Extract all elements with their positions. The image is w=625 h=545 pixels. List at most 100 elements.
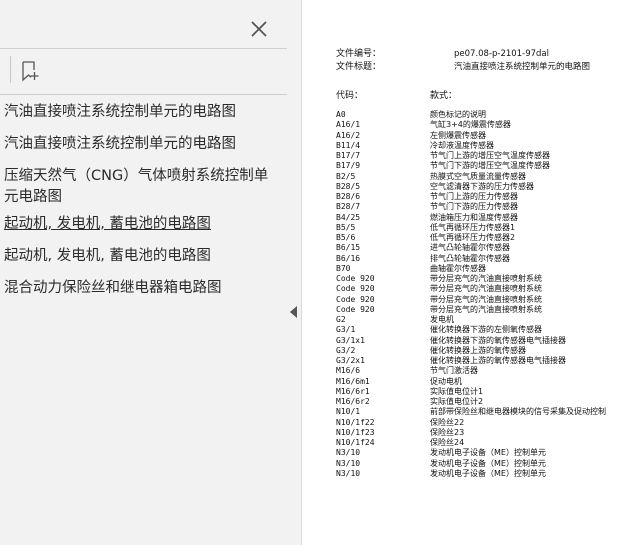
component-code: B17/7: [336, 151, 361, 160]
component-code: N3/10: [336, 468, 361, 478]
component-code: A0: [336, 110, 346, 119]
component-code: B2/5: [336, 171, 356, 181]
component-code: B4/25: [336, 212, 361, 222]
table-row: B28/6 节气门上游的压力传感器: [336, 192, 606, 202]
component-description: 发动机电子设备（ME）控制单元: [430, 448, 546, 458]
table-row: Code 920 带分层充气的汽油直接喷射系统: [336, 295, 606, 305]
component-description: 节气门下游的增压空气温度传感器: [430, 161, 550, 171]
table-row: B70 曲轴霍尔传感器: [336, 264, 606, 274]
outline-item[interactable]: 汽油直接喷注系统控制单元的电路图: [4, 134, 236, 155]
table-row: M16/6r1 实际值电位计1: [336, 387, 606, 397]
component-code: A16/1: [336, 120, 361, 130]
component-description: 颜色标记的说明: [430, 110, 486, 119]
component-code: B28/6: [336, 192, 361, 201]
component-description: 催化转换器下游的氧传感器电气插接器: [430, 335, 566, 345]
component-code: B6/16: [336, 253, 361, 263]
table-row: B17/7 节气门上游的增压空气温度传感器: [336, 151, 606, 161]
component-description: 保险丝23: [430, 427, 465, 437]
file-number-row: 文件编号： pe07.08-p-2101-97dal: [336, 48, 606, 61]
table-row: N10/1f22 保险丝22: [336, 418, 606, 428]
component-code: Code 920: [336, 274, 375, 283]
component-code: N3/10: [336, 448, 361, 458]
component-description: 热膜式空气质量流量传感器: [430, 171, 526, 181]
add-bookmark-button[interactable]: [17, 58, 43, 84]
file-title-label: 文件标题：: [336, 62, 382, 72]
outline-item[interactable]: 起动机, 发电机, 蓄电池的电路图: [4, 214, 211, 235]
component-code: Code 920: [336, 294, 375, 304]
table-row: G3/1 催化转换器下游的左侧氧传感器: [336, 325, 606, 335]
component-description: 实际值电位计1: [430, 386, 484, 396]
component-code: N10/1f22: [336, 417, 375, 427]
table-row: A16/2 左侧爆震传感器: [336, 131, 606, 141]
component-code: M16/6r1: [336, 386, 370, 396]
component-code: M16/6r2: [336, 397, 370, 406]
bookmark-add-icon: [22, 61, 39, 82]
component-code: G3/2: [336, 345, 356, 355]
component-description: 排气凸轮轴霍尔传感器: [430, 253, 510, 263]
component-description: 气缸3+4的爆震传感器: [430, 120, 511, 130]
component-description: 节气门下游的压力传感器: [430, 202, 518, 212]
component-description: 保险丝22: [430, 417, 465, 427]
table-row: N10/1 前部带保险丝和继电器模块的信号采集及促动控制: [336, 407, 606, 417]
header-divider: [0, 48, 287, 49]
component-description: 低气再循环压力传感器1: [430, 222, 516, 232]
component-description: 发动机电子设备（ME）控制单元: [430, 468, 546, 478]
panel-splitter[interactable]: [287, 0, 302, 545]
file-title-value: 汽油直接喷注系统控制单元的电路图: [454, 62, 591, 72]
component-code: B70: [336, 263, 351, 273]
component-description: 曲轴霍尔传感器: [430, 263, 486, 273]
component-description: 催化转换器下游的左侧氧传感器: [430, 325, 542, 335]
close-icon: [251, 21, 267, 37]
table-row: Code 920 带分层充气的汽油直接喷射系统: [336, 274, 606, 284]
component-code: B5/6: [336, 233, 356, 242]
component-code: M16/6m1: [336, 376, 370, 386]
table-row: M16/6m1 促动电机: [336, 377, 606, 387]
toolbar-divider: [0, 94, 287, 95]
table-row: B5/5 低气再循环压力传感器1: [336, 223, 606, 233]
component-description: 空气滤清器下游的压力传感器: [430, 181, 534, 191]
table-row: A16/1 气缸3+4的爆震传感器: [336, 120, 606, 130]
table-row: B4/25 燃油箱压力和温度传感器: [336, 213, 606, 223]
close-panel-button[interactable]: [244, 14, 274, 44]
toolbar-separator: [10, 56, 11, 83]
component-code: B28/5: [336, 181, 361, 191]
component-code: G3/1: [336, 325, 356, 335]
component-description: 燃油箱压力和温度传感器: [430, 212, 518, 222]
collapse-left-icon[interactable]: [290, 306, 298, 318]
table-row: B17/9 节气门下游的增压空气温度传感器: [336, 161, 606, 171]
component-description: 节气门上游的增压空气温度传感器: [430, 151, 550, 160]
component-description: 节气门上游的压力传感器: [430, 192, 518, 201]
description-column-header: 款式：: [430, 91, 458, 101]
component-code: G3/2x1: [336, 356, 365, 365]
outline-item[interactable]: 起动机, 发电机, 蓄电池的电路图: [4, 246, 211, 267]
bookmarks-panel: 汽油直接喷注系统控制单元的电路图 汽油直接喷注系统控制单元的电路图压缩天然气（CN…: [0, 0, 288, 545]
table-row: M16/6r2 实际值电位计2: [336, 397, 606, 407]
table-row: N10/1f23 保险丝23: [336, 428, 606, 438]
table-row: B5/6 低气再循环压力传感器2: [336, 233, 606, 243]
file-title-row: 文件标题： 汽油直接喷注系统控制单元的电路图: [336, 61, 606, 74]
code-column-header: 代码：: [336, 91, 364, 101]
component-description: 促动电机: [430, 376, 462, 386]
document-page: 文件编号： pe07.08-p-2101-97dal 文件标题： 汽油直接喷注系…: [302, 0, 625, 545]
table-row: G3/2x1 催化转换器上游的氧传感器电气插接器: [336, 356, 606, 366]
component-description: 进气凸轮轴霍尔传感器: [430, 243, 510, 253]
table-row: Code 920 带分层充气的汽油直接喷射系统: [336, 305, 606, 315]
table-header: 代码： 款式：: [336, 90, 606, 103]
component-description: 催化转换器上游的氧传感器: [430, 345, 526, 355]
file-number-label: 文件编号：: [336, 49, 382, 59]
outline-item[interactable]: 混合动力保险丝和继电器箱电路图: [4, 278, 222, 299]
table-row: M16/6 节气门激活器: [336, 366, 606, 376]
table-row: G3/1x1 催化转换器下游的氧传感器电气插接器: [336, 336, 606, 346]
component-code: B17/9: [336, 161, 361, 171]
component-code: N3/10: [336, 458, 361, 468]
outline-item[interactable]: 汽油直接喷注系统控制单元的电路图: [4, 102, 236, 123]
component-code: N10/1f23: [336, 427, 375, 437]
outline-item[interactable]: 压缩天然气（CNG）气体喷射系统控制单元电路图: [4, 166, 282, 208]
component-code: B28/7: [336, 202, 361, 212]
component-description: 节气门激活器: [430, 366, 478, 376]
component-code: A16/2: [336, 130, 361, 140]
table-row: G2 发电机: [336, 315, 606, 325]
component-description: 实际值电位计2: [430, 397, 484, 406]
component-description: 冷却液温度传感器: [430, 140, 494, 150]
component-description: 带分层充气的汽油直接喷射系统: [430, 284, 542, 294]
